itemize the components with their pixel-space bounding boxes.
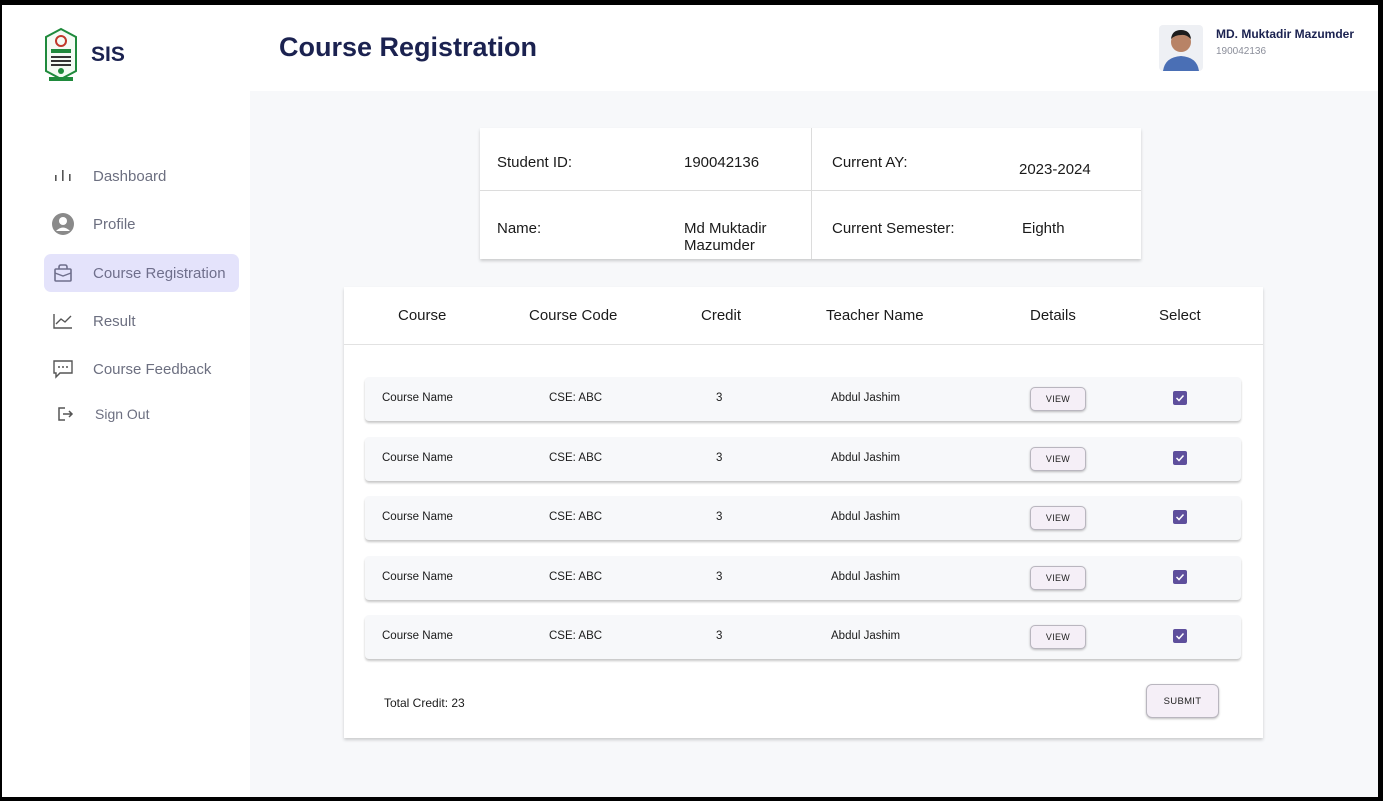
name-value-line1: Md Muktadir bbox=[684, 220, 767, 237]
course-code-cell: CSE: ABC bbox=[549, 571, 603, 583]
column-header-teacher-name: Teacher Name bbox=[826, 307, 924, 324]
current-ay-label: Current AY: bbox=[832, 154, 908, 171]
column-header-credit: Credit bbox=[701, 307, 742, 324]
user-id: 190042136 bbox=[1216, 46, 1267, 57]
course-code-cell: CSE: ABC bbox=[549, 452, 603, 464]
page-title: Course Registration bbox=[279, 32, 538, 62]
app-name: SIS bbox=[91, 43, 125, 66]
checkmark-icon bbox=[1175, 573, 1185, 581]
table-row: Course Name CSE: ABC 3 Abdul Jashim VIEW bbox=[365, 437, 1241, 481]
select-checkbox[interactable] bbox=[1173, 629, 1187, 643]
checkmark-icon bbox=[1175, 454, 1185, 462]
sidebar-item-label: Sign Out bbox=[95, 406, 150, 422]
user-name: MD. Muktadir Mazumder bbox=[1216, 27, 1355, 41]
course-name-cell: Course Name bbox=[382, 511, 453, 523]
total-credit: Total Credit: 23 bbox=[384, 696, 465, 710]
course-name-cell: Course Name bbox=[382, 571, 453, 583]
user-circle-icon bbox=[51, 212, 75, 236]
view-details-button[interactable]: VIEW bbox=[1030, 506, 1086, 530]
column-header-course-code: Course Code bbox=[529, 307, 618, 324]
app-window: SIS Dashboard Profile Course Registratio… bbox=[2, 5, 1378, 797]
checkmark-icon bbox=[1175, 632, 1185, 640]
sidebar-item-label: Course Feedback bbox=[93, 360, 212, 378]
checkmark-icon bbox=[1175, 394, 1185, 402]
table-row: Course Name CSE: ABC 3 Abdul Jashim VIEW bbox=[365, 377, 1241, 421]
bar-chart-icon bbox=[51, 164, 75, 188]
name-label: Name: bbox=[497, 220, 542, 237]
credit-cell: 3 bbox=[716, 392, 723, 404]
credit-cell: 3 bbox=[716, 571, 723, 583]
bag-icon bbox=[51, 261, 75, 285]
teacher-name-cell: Abdul Jashim bbox=[831, 630, 901, 642]
sidebar-item-course-registration[interactable]: Course Registration bbox=[44, 254, 239, 292]
credit-cell: 3 bbox=[716, 452, 723, 464]
course-code-cell: CSE: ABC bbox=[549, 630, 603, 642]
sidebar-item-profile[interactable]: Profile bbox=[44, 205, 239, 243]
course-table: Course Course Code Credit Teacher Name D… bbox=[344, 287, 1263, 738]
table-row: Course Name CSE: ABC 3 Abdul Jashim VIEW bbox=[365, 496, 1241, 540]
student-id-value: 190042136 bbox=[684, 154, 760, 171]
university-logo bbox=[40, 27, 82, 83]
current-semester-value: Eighth bbox=[1022, 220, 1065, 237]
current-semester-label: Current Semester: bbox=[832, 220, 955, 237]
submit-button[interactable]: SUBMIT bbox=[1146, 684, 1219, 718]
course-name-cell: Course Name bbox=[382, 392, 453, 404]
teacher-name-cell: Abdul Jashim bbox=[831, 392, 901, 404]
view-details-button[interactable]: VIEW bbox=[1030, 566, 1086, 590]
course-code-cell: CSE: ABC bbox=[549, 392, 603, 404]
table-row: Course Name CSE: ABC 3 Abdul Jashim VIEW bbox=[365, 615, 1241, 659]
divider bbox=[811, 128, 812, 259]
view-details-button[interactable]: VIEW bbox=[1030, 387, 1086, 411]
sidebar-item-label: Course Registration bbox=[93, 264, 226, 282]
credit-cell: 3 bbox=[716, 630, 723, 642]
checkmark-icon bbox=[1175, 513, 1185, 521]
name-value-line2: Mazumder bbox=[684, 237, 755, 254]
table-row: Course Name CSE: ABC 3 Abdul Jashim VIEW bbox=[365, 556, 1241, 600]
teacher-name-cell: Abdul Jashim bbox=[831, 452, 901, 464]
course-code-cell: CSE: ABC bbox=[549, 511, 603, 523]
sidebar-item-dashboard[interactable]: Dashboard bbox=[44, 157, 239, 195]
teacher-name-cell: Abdul Jashim bbox=[831, 571, 901, 583]
sidebar-item-result[interactable]: Result bbox=[44, 302, 239, 340]
select-checkbox[interactable] bbox=[1173, 510, 1187, 524]
view-details-button[interactable]: VIEW bbox=[1030, 447, 1086, 471]
teacher-name-cell: Abdul Jashim bbox=[831, 511, 901, 523]
course-name-cell: Course Name bbox=[382, 452, 453, 464]
current-ay-value: 2023-2024 bbox=[1019, 161, 1091, 178]
sidebar-item-label: Dashboard bbox=[93, 167, 167, 185]
select-checkbox[interactable] bbox=[1173, 391, 1187, 405]
message-icon bbox=[51, 357, 75, 381]
line-chart-icon bbox=[51, 309, 75, 333]
divider bbox=[344, 344, 1263, 345]
sidebar-item-label: Result bbox=[93, 312, 136, 330]
column-header-course: Course bbox=[398, 307, 447, 324]
student-info-card: Student ID: 190042136 Current AY: 2023-2… bbox=[480, 128, 1141, 259]
view-details-button[interactable]: VIEW bbox=[1030, 625, 1086, 649]
sidebar-item-sign-out[interactable]: Sign Out bbox=[44, 395, 239, 433]
credit-cell: 3 bbox=[716, 511, 723, 523]
sidebar-item-course-feedback[interactable]: Course Feedback bbox=[44, 350, 239, 388]
select-checkbox[interactable] bbox=[1173, 451, 1187, 465]
select-checkbox[interactable] bbox=[1173, 570, 1187, 584]
course-name-cell: Course Name bbox=[382, 630, 453, 642]
avatar[interactable] bbox=[1159, 25, 1203, 71]
student-id-label: Student ID: bbox=[497, 154, 573, 171]
sidebar-item-label: Profile bbox=[93, 215, 136, 233]
column-header-select: Select bbox=[1159, 307, 1201, 324]
column-header-details: Details bbox=[1030, 307, 1076, 324]
sign-out-icon bbox=[53, 402, 77, 426]
